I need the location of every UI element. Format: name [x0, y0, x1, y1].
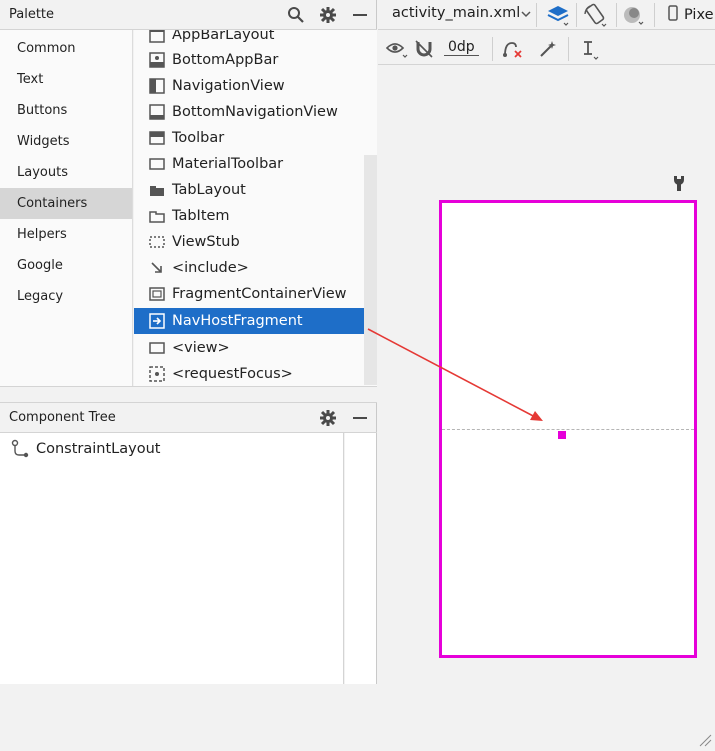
rotate-device-icon[interactable]	[582, 2, 608, 32]
theme-icon[interactable]	[622, 4, 646, 30]
default-margin-field[interactable]: 0dp	[444, 39, 479, 56]
palette-title: Palette	[9, 7, 55, 22]
palette-item-include[interactable]: <include>	[134, 255, 364, 281]
palette-header: Palette	[0, 0, 377, 30]
component-tree-title: Component Tree	[9, 410, 116, 425]
category-text[interactable]: Text	[0, 64, 132, 95]
editor-tab-bar: activity_main.xml Pixe	[378, 0, 715, 30]
tree-node-constraintlayout[interactable]: ConstraintLayout	[10, 439, 160, 459]
category-containers[interactable]: Containers	[0, 188, 132, 219]
phone-icon	[668, 5, 678, 25]
eye-icon[interactable]	[385, 39, 408, 59]
minimize-icon[interactable]	[349, 4, 371, 26]
category-legacy[interactable]: Legacy	[0, 281, 132, 312]
palette-item-view[interactable]: <view>	[134, 335, 364, 361]
layout-toolbar: 0dp	[378, 31, 715, 65]
device-selector[interactable]: Pixe	[668, 5, 714, 25]
request-focus-icon	[148, 366, 166, 382]
align-icon[interactable]	[580, 39, 600, 60]
bottom-navigation-icon	[148, 104, 166, 120]
constraint-layout-icon	[10, 439, 30, 459]
toolbar-icon	[148, 130, 166, 146]
material-toolbar-icon	[148, 156, 166, 172]
component-tree: ConstraintLayout	[0, 433, 344, 684]
appbar-icon	[148, 30, 166, 43]
tab-item-icon	[148, 208, 166, 224]
palette-item-viewstub[interactable]: ViewStub	[134, 229, 364, 255]
category-helpers[interactable]: Helpers	[0, 219, 132, 250]
tree-side-panel	[345, 433, 376, 684]
fragment-container-icon	[148, 286, 166, 302]
left-panel: Palette Common Text Buttons Widgets Layo…	[0, 0, 377, 684]
component-tree-header: Component Tree	[0, 403, 377, 433]
include-arrow-icon	[148, 260, 166, 276]
gear-icon[interactable]	[317, 4, 339, 26]
category-google[interactable]: Google	[0, 250, 132, 281]
category-common[interactable]: Common	[0, 33, 132, 64]
design-canvas[interactable]	[378, 66, 715, 747]
magnet-off-icon[interactable]	[414, 39, 434, 59]
minimize-icon[interactable]	[349, 407, 371, 429]
clear-constraints-icon[interactable]	[502, 39, 522, 59]
palette-item-toolbar[interactable]: Toolbar	[134, 125, 364, 151]
center-guideline	[442, 429, 694, 430]
palette-item-bottomappbar[interactable]: BottomAppBar	[134, 47, 364, 73]
nav-host-icon	[148, 313, 166, 329]
layers-icon[interactable]	[546, 3, 570, 31]
view-icon	[148, 340, 166, 356]
palette-categories: Common Text Buttons Widgets Layouts Cont…	[0, 30, 133, 386]
chevron-down-icon[interactable]	[520, 6, 532, 26]
category-buttons[interactable]: Buttons	[0, 95, 132, 126]
search-icon[interactable]	[285, 4, 307, 26]
device-label: Pixe	[684, 7, 714, 23]
palette-item-tablayout[interactable]: TabLayout	[134, 177, 364, 203]
drop-target-marker	[558, 431, 566, 439]
resize-handle-icon[interactable]	[698, 732, 712, 751]
bottom-appbar-icon	[148, 52, 166, 68]
category-layouts[interactable]: Layouts	[0, 157, 132, 188]
magic-wand-icon[interactable]	[538, 39, 558, 59]
palette-scrollbar[interactable]	[364, 155, 377, 385]
palette-item-navhostfragment[interactable]: NavHostFragment	[134, 308, 377, 334]
navigation-view-icon	[148, 78, 166, 94]
gear-icon[interactable]	[317, 407, 339, 429]
panel-splitter[interactable]	[0, 386, 377, 403]
viewstub-icon	[148, 234, 166, 250]
palette-widget-list: AppBarLayout BottomAppBar NavigationView…	[134, 30, 377, 386]
palette-item-appbarlayout[interactable]: AppBarLayout	[134, 30, 364, 48]
tab-layout-icon	[148, 182, 166, 198]
category-widgets[interactable]: Widgets	[0, 126, 132, 157]
palette-item-materialtoolbar[interactable]: MaterialToolbar	[134, 151, 364, 177]
palette-item-tabitem[interactable]: TabItem	[134, 203, 364, 229]
palette-item-navigationview[interactable]: NavigationView	[134, 73, 364, 99]
palette-item-bottomnavigationview[interactable]: BottomNavigationView	[134, 99, 364, 125]
blueprint-device-frame[interactable]	[439, 200, 697, 658]
android-studio-layout-editor: Palette Common Text Buttons Widgets Layo…	[0, 0, 715, 747]
design-editor: activity_main.xml Pixe 0dp	[378, 0, 715, 747]
wrench-icon[interactable]	[672, 174, 686, 196]
palette-item-requestfocus[interactable]: <requestFocus>	[134, 361, 364, 386]
palette-item-fragmentcontainerview[interactable]: FragmentContainerView	[134, 281, 364, 307]
file-tab[interactable]: activity_main.xml	[392, 5, 520, 21]
